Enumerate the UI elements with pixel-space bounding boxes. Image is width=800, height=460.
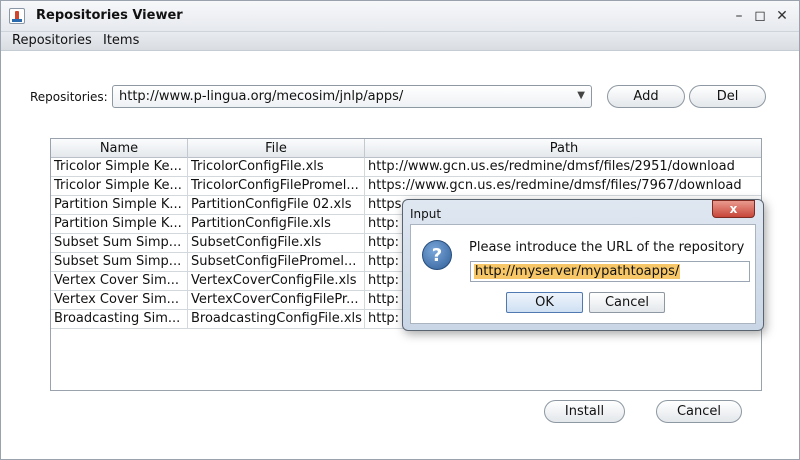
cell-file: PartitionConfigFile 02.xls	[188, 196, 365, 215]
repositories-combo-value: http://www.p-lingua.org/mecosim/jnlp/app…	[119, 89, 404, 104]
title-bar: Repositories Viewer – ◻ ✕	[1, 1, 799, 32]
dialog-title: Input	[410, 207, 442, 221]
cell-name: Subset Sum Simp...	[51, 253, 188, 272]
menu-items[interactable]: Items	[103, 33, 139, 48]
cell-file: TricolorConfigFilePromel...	[188, 177, 365, 196]
column-header-file[interactable]: File	[188, 139, 365, 158]
cancel-button[interactable]: Cancel	[656, 400, 742, 423]
install-button[interactable]: Install	[544, 400, 625, 423]
dialog-cancel-button[interactable]: Cancel	[589, 292, 665, 313]
maximize-icon[interactable]: ◻	[751, 7, 769, 25]
cell-file: BroadcastingConfigFile.xls	[188, 310, 365, 329]
column-header-path[interactable]: Path	[365, 139, 761, 158]
java-app-icon	[9, 8, 25, 24]
repository-url-input[interactable]: http://myserver/mypathtoapps/	[470, 261, 750, 282]
cell-path: https://www.gcn.us.es/redmine/dmsf/files…	[368, 178, 742, 193]
cell-file: TricolorConfigFile.xls	[188, 158, 365, 177]
cell-name: Subset Sum Simp...	[51, 234, 188, 253]
repositories-viewer-window: Repositories Viewer – ◻ ✕ Repositories I…	[0, 0, 800, 460]
dialog-message: Please introduce the URL of the reposito…	[469, 240, 745, 255]
close-icon[interactable]: ✕	[773, 7, 791, 25]
chevron-down-icon[interactable]: ▼	[577, 90, 585, 101]
window-title: Repositories Viewer	[36, 8, 183, 23]
cell-file: SubsetConfigFilePromel...	[188, 253, 365, 272]
column-header-name[interactable]: Name	[51, 139, 188, 158]
dialog-body: ? Please introduce the URL of the reposi…	[410, 224, 756, 324]
repositories-label: Repositories:	[30, 90, 108, 104]
question-icon: ?	[422, 240, 452, 270]
table-header: Name File Path	[51, 139, 761, 158]
cell-name: Vertex Cover Sim...	[51, 272, 188, 291]
ok-button[interactable]: OK	[506, 292, 583, 313]
table-row[interactable]: Tricolor Simple Ke... TricolorConfigFile…	[51, 158, 761, 177]
cell-name: Broadcasting Sim...	[51, 310, 188, 329]
cell-path: http://www.gcn.us.es/redmine/dmsf/files/…	[368, 159, 735, 174]
menu-bar: Repositories Items	[1, 32, 799, 51]
cell-name: Partition Simple K...	[51, 196, 188, 215]
input-dialog: Input x ? Please introduce the URL of th…	[402, 199, 764, 331]
dialog-close-button[interactable]: x	[712, 200, 755, 218]
table-row[interactable]: Tricolor Simple Ke... TricolorConfigFile…	[51, 177, 761, 196]
repository-url-value: http://myserver/mypathtoapps/	[474, 264, 681, 279]
cell-name: Partition Simple K...	[51, 215, 188, 234]
add-button[interactable]: Add	[607, 85, 685, 108]
cell-name: Tricolor Simple Ke...	[51, 158, 188, 177]
cell-file: SubsetConfigFile.xls	[188, 234, 365, 253]
cell-file: VertexCoverConfigFilePr...	[188, 291, 365, 310]
cell-name: Vertex Cover Sim...	[51, 291, 188, 310]
cell-file: VertexCoverConfigFile.xls	[188, 272, 365, 291]
cell-name: Tricolor Simple Ke...	[51, 177, 188, 196]
cell-file: PartitionConfigFile.xls	[188, 215, 365, 234]
repositories-combo[interactable]: http://www.p-lingua.org/mecosim/jnlp/app…	[112, 85, 592, 108]
minimize-icon[interactable]: –	[730, 7, 748, 25]
menu-repositories[interactable]: Repositories	[12, 33, 92, 48]
del-button[interactable]: Del	[689, 85, 766, 108]
